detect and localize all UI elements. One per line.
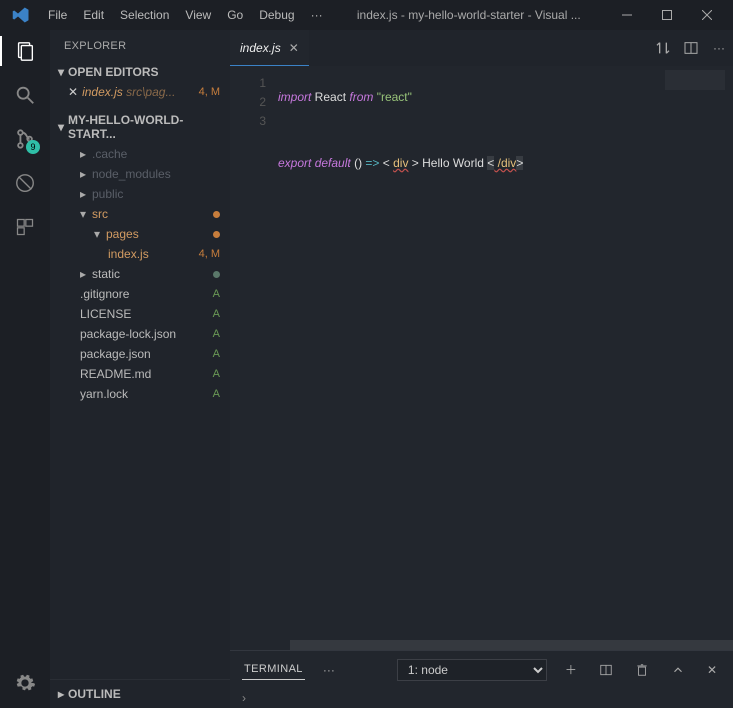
more-icon[interactable]: ··· [705,34,733,62]
tab-index-js[interactable]: index.js ✕ [230,30,309,66]
close-panel-icon[interactable]: ✕ [703,661,721,679]
menu-file[interactable]: File [40,4,75,26]
minimap[interactable] [665,70,725,90]
open-editors-header[interactable]: ▾OPEN EDITORS [50,62,230,82]
tab-bar: index.js ✕ ··· [230,30,733,66]
open-editor-status: 4, M [199,86,220,98]
open-editor-path: src\pag... [126,85,175,99]
close-tab-icon[interactable]: ✕ [289,41,299,55]
open-editors-section: ▾OPEN EDITORS ✕ index.js src\pag... 4, M [50,58,230,106]
code-editor[interactable]: 1 2 3 import React from "react" export d… [230,66,733,640]
window-controls [607,0,727,30]
open-editor-item[interactable]: ✕ index.js src\pag... 4, M [50,82,230,102]
menu-edit[interactable]: Edit [75,4,112,26]
code-content[interactable]: import React from "react" export default… [278,66,733,640]
menu-more[interactable]: ··· [303,4,331,26]
compare-icon[interactable] [649,34,677,62]
scm-badge: 9 [26,140,40,154]
line-gutter: 1 2 3 [230,66,278,640]
kill-terminal-icon[interactable] [631,661,653,679]
untracked-dot-icon [213,271,220,278]
maximize-button[interactable] [647,0,687,30]
open-editors-label: OPEN EDITORS [68,65,158,79]
new-terminal-icon[interactable]: ＋ [561,659,581,680]
file-package-json[interactable]: package.jsonA [50,344,230,364]
explorer-icon[interactable] [12,38,38,64]
menu-debug[interactable]: Debug [251,4,302,26]
outline-label: OUTLINE [68,687,121,701]
terminal-select[interactable]: 1: node [397,659,547,681]
scrollbar-thumb[interactable] [290,640,733,650]
menu-bar: File Edit Selection View Go Debug ··· [40,4,331,26]
panel-more-icon[interactable]: ··· [319,661,339,679]
folder-node-modules[interactable]: ▸node_modules [50,164,230,184]
extensions-icon[interactable] [12,214,38,240]
title-bar: File Edit Selection View Go Debug ··· in… [0,0,733,30]
workspace-header[interactable]: ▾MY-HELLO-WORLD-START... [50,110,230,144]
file-license[interactable]: LICENSEA [50,304,230,324]
menu-go[interactable]: Go [219,4,251,26]
menu-view[interactable]: View [177,4,219,26]
editor-group: index.js ✕ ··· 1 2 3 import React from "… [230,30,733,708]
file-readme[interactable]: README.mdA [50,364,230,384]
file-tree: ▸.cache ▸node_modules ▸public ▾src ▾page… [50,144,230,404]
debug-icon[interactable] [12,170,38,196]
project-label: MY-HELLO-WORLD-START... [68,113,222,141]
file-index-js[interactable]: index.js4, M [50,244,230,264]
split-terminal-icon[interactable] [595,661,617,679]
folder-pages[interactable]: ▾pages [50,224,230,244]
terminal-tab[interactable]: TERMINAL [242,659,305,680]
file-yarn-lock[interactable]: yarn.lockA [50,384,230,404]
folder-public[interactable]: ▸public [50,184,230,204]
file-gitignore[interactable]: .gitignoreA [50,284,230,304]
chevron-right-icon: › [242,691,246,705]
folder-cache[interactable]: ▸.cache [50,144,230,164]
search-icon[interactable] [12,82,38,108]
window-title: index.js - my-hello-world-starter - Visu… [331,8,607,22]
outline-header[interactable]: ▸OUTLINE [50,684,230,704]
minimize-button[interactable] [607,0,647,30]
modified-dot-icon [213,211,220,218]
activity-bar: 9 [0,30,50,708]
terminal-panel: TERMINAL ··· 1: node ＋ ✕ [230,650,733,688]
breadcrumb-bar[interactable]: › [230,688,733,708]
horizontal-scrollbar[interactable] [230,640,733,650]
workspace-section: ▾MY-HELLO-WORLD-START... ▸.cache ▸node_m… [50,106,230,408]
tab-label: index.js [240,41,281,55]
folder-static[interactable]: ▸static [50,264,230,284]
split-editor-icon[interactable] [677,34,705,62]
source-control-icon[interactable]: 9 [12,126,38,152]
settings-gear-icon[interactable] [12,670,38,696]
vscode-logo-icon [12,6,30,24]
modified-dot-icon [213,231,220,238]
menu-selection[interactable]: Selection [112,4,177,26]
file-package-lock[interactable]: package-lock.jsonA [50,324,230,344]
maximize-panel-icon[interactable] [667,661,689,679]
open-editor-name: index.js [82,85,123,99]
close-button[interactable] [687,0,727,30]
close-icon[interactable]: ✕ [68,85,78,99]
folder-src[interactable]: ▾src [50,204,230,224]
explorer-header: EXPLORER [50,30,230,58]
sidebar: EXPLORER ▾OPEN EDITORS ✕ index.js src\pa… [50,30,230,708]
